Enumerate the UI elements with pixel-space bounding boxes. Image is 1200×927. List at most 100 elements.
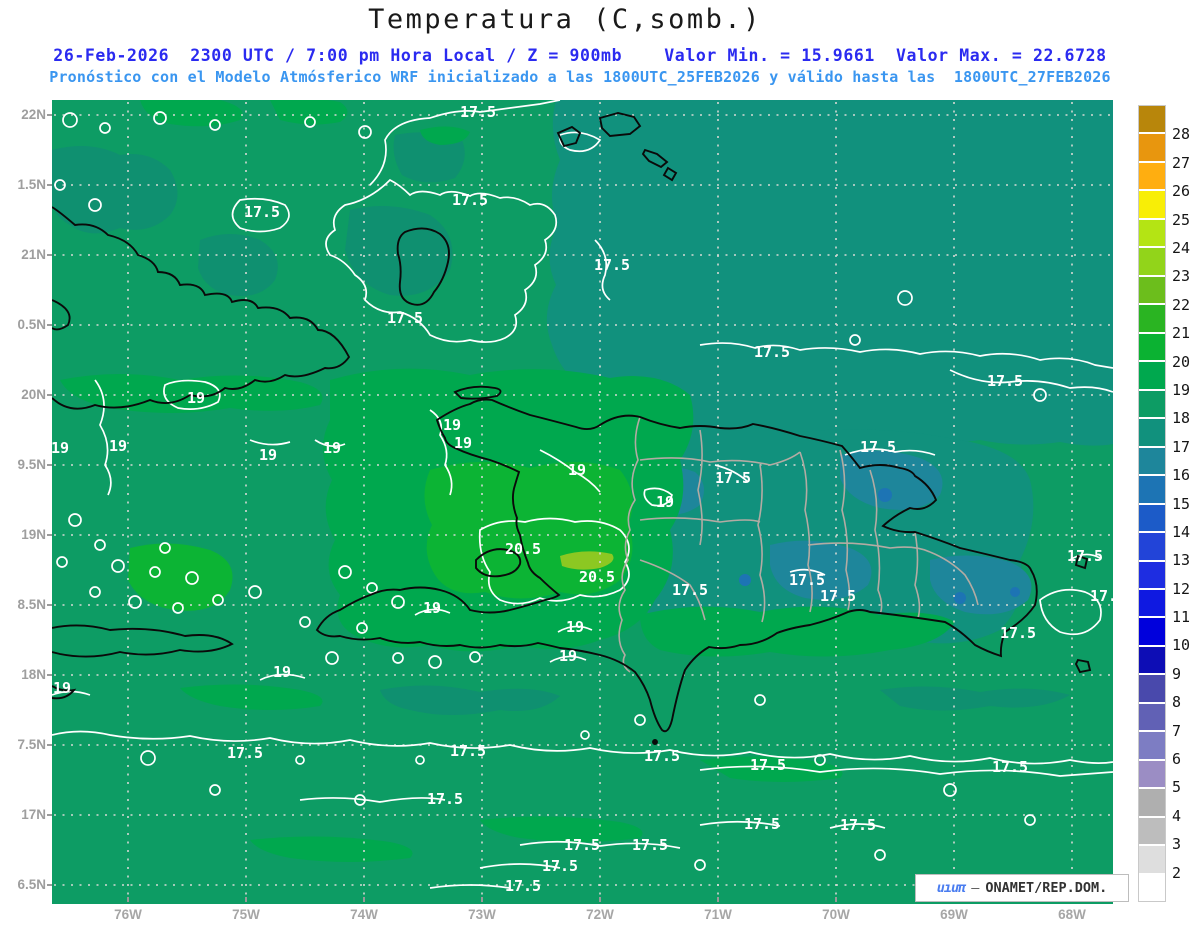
colorbar-block — [1139, 732, 1165, 759]
lon-tick-mark — [363, 897, 365, 902]
subtitle-valid-time: 26-Feb-2026 2300 UTC / 7:00 pm Hora Loca… — [53, 46, 1107, 65]
colorbar-tick-label: 17 — [1172, 437, 1191, 456]
lat-tick-label: 19N — [21, 527, 46, 542]
lat-tick-label: 21N — [21, 247, 46, 262]
lat-tick-mark — [47, 674, 52, 676]
colorbar-tick-label: 28 — [1172, 125, 1191, 144]
colorbar-tick-label: 13 — [1172, 551, 1191, 570]
lat-tick-label: 18N — [21, 667, 46, 682]
colorbar-block — [1139, 533, 1165, 560]
lat-tick-mark — [47, 394, 52, 396]
colorbar-tick-label: 2 — [1172, 863, 1182, 882]
colorbar-tick-label: 23 — [1172, 267, 1191, 286]
lat-tick-mark — [47, 254, 52, 256]
lon-tick-mark — [717, 897, 719, 902]
lat-tick-mark — [47, 744, 52, 746]
lon-tick-label: 68W — [1058, 907, 1086, 922]
lat-tick-label: 6.5N — [17, 877, 46, 892]
lon-tick-label: 75W — [232, 907, 260, 922]
lon-tick-label: 72W — [586, 907, 614, 922]
lon-tick-label: 69W — [940, 907, 968, 922]
subtitle-model-info: Pronóstico con el Modelo Atmósferico WRF… — [49, 68, 1111, 86]
weather-map-svg — [52, 100, 1113, 904]
lon-tick-mark — [599, 897, 601, 902]
colorbar-block — [1139, 789, 1165, 816]
colorbar-block — [1139, 618, 1165, 645]
colorbar-tick-label: 3 — [1172, 835, 1182, 854]
colorbar-block — [1139, 447, 1165, 475]
colorbar-tick-label: 21 — [1172, 324, 1191, 343]
colorbar-tick-label: 9 — [1172, 664, 1182, 683]
colorbar-block — [1139, 248, 1165, 275]
colorbar-tick-label: 24 — [1172, 238, 1191, 257]
lon-tick-mark — [481, 897, 483, 902]
lat-tick-mark — [47, 534, 52, 536]
lat-tick-mark — [47, 814, 52, 816]
colorbar-block — [1139, 276, 1165, 304]
weather-plot-page: Temperatura (C,somb.) 26-Feb-2026 2300 U… — [0, 0, 1200, 927]
lat-tick-mark — [47, 184, 52, 186]
colorbar-block — [1139, 846, 1165, 873]
colorbar-block — [1139, 476, 1165, 503]
colorbar-block — [1139, 191, 1165, 218]
lat-tick-mark — [47, 884, 52, 886]
colorbar-tick-label: 25 — [1172, 210, 1191, 229]
watermark-separator: – — [971, 880, 980, 896]
island-alto-velo — [652, 739, 658, 745]
lon-tick-label: 70W — [822, 907, 850, 922]
colorbar-tick-label: 7 — [1172, 721, 1182, 740]
colorbar-tick-label: 20 — [1172, 352, 1191, 371]
map-canvas — [52, 100, 1113, 904]
lat-tick-label: 17N — [21, 807, 46, 822]
lat-tick-label: 22N — [21, 107, 46, 122]
lat-tick-label: 8.5N — [17, 597, 46, 612]
lat-tick-mark — [47, 324, 52, 326]
lon-tick-label: 71W — [704, 907, 732, 922]
colorbar-tick-label: 10 — [1172, 636, 1191, 655]
colorbar-block — [1139, 874, 1165, 902]
colorbar-tick-label: 15 — [1172, 494, 1191, 513]
page-title: Temperatura (C,somb.) — [368, 4, 762, 35]
colorbar-tick-label: 18 — [1172, 409, 1191, 428]
colorbar-block — [1139, 219, 1165, 247]
colorbar-tick-label: 12 — [1172, 579, 1191, 598]
colorbar-block — [1139, 305, 1165, 332]
lat-tick-label: 9.5N — [17, 457, 46, 472]
lat-tick-label: 0.5N — [17, 317, 46, 332]
lat-tick-label: 20N — [21, 387, 46, 402]
colorbar-block — [1139, 162, 1165, 190]
lon-tick-label: 74W — [350, 907, 378, 922]
watermark-org-label: ONAMET/REP.DOM. — [985, 880, 1108, 896]
colorbar-block — [1139, 646, 1165, 674]
lat-tick-label: 1.5N — [17, 177, 46, 192]
colorbar — [1138, 105, 1166, 902]
lat-tick-mark — [47, 114, 52, 116]
colorbar-block — [1139, 561, 1165, 588]
colorbar-block — [1139, 106, 1165, 133]
colorbar-tick-label: 5 — [1172, 778, 1182, 797]
colorbar-block — [1139, 817, 1165, 845]
colorbar-block — [1139, 333, 1165, 361]
watermark-box: uıuπ – ONAMET/REP.DOM. — [915, 874, 1129, 902]
lon-tick-mark — [835, 897, 837, 902]
colorbar-block — [1139, 760, 1165, 788]
grads-logo: uıuπ — [936, 880, 966, 896]
lon-tick-label: 76W — [114, 907, 142, 922]
colorbar-block — [1139, 589, 1165, 617]
colorbar-block — [1139, 675, 1165, 702]
colorbar-tick-label: 14 — [1172, 522, 1191, 541]
lon-tick-mark — [245, 897, 247, 902]
colorbar-tick-label: 4 — [1172, 806, 1182, 825]
colorbar-block — [1139, 419, 1165, 446]
colorbar-tick-label: 27 — [1172, 153, 1191, 172]
colorbar-block — [1139, 134, 1165, 161]
colorbar-tick-label: 26 — [1172, 182, 1191, 201]
colorbar-block — [1139, 362, 1165, 389]
colorbar-tick-label: 22 — [1172, 295, 1191, 314]
colorbar-tick-label: 8 — [1172, 693, 1182, 712]
lat-tick-mark — [47, 604, 52, 606]
colorbar-block — [1139, 703, 1165, 731]
colorbar-tick-label: 6 — [1172, 750, 1182, 769]
colorbar-tick-label: 19 — [1172, 380, 1191, 399]
colorbar-tick-label: 11 — [1172, 608, 1191, 627]
